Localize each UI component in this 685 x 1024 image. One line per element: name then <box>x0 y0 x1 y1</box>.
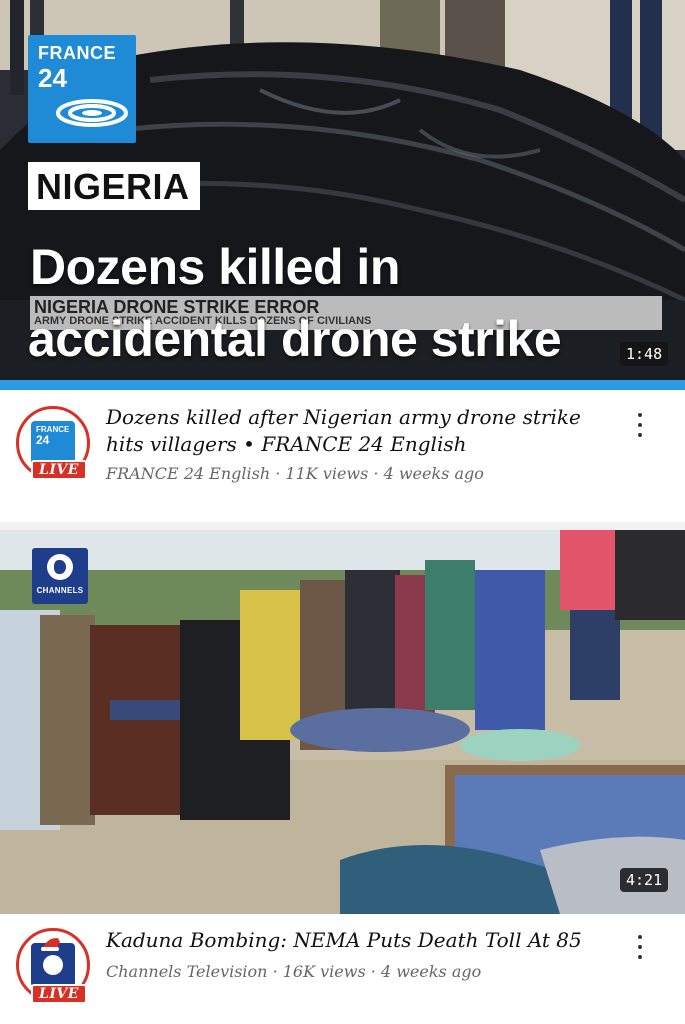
thumbnail-scene <box>0 530 685 914</box>
video-meta: Channels Television · 16K views · 4 week… <box>106 962 482 981</box>
video-thumbnail-1[interactable]: FRANCE 24 NIGERIA Dozens killed in NIGER… <box>0 0 685 380</box>
avatar-text-24: 24 <box>36 433 50 447</box>
video-duration: 1:48 <box>620 342 669 366</box>
video-title[interactable]: Dozens killed after Nigerian army drone … <box>106 404 606 458</box>
channels-logo-label: CHANNELS <box>36 586 84 595</box>
video-thumbnail-2[interactable]: CHANNELS 4:21 <box>0 530 685 914</box>
france24-waves-icon <box>56 99 128 127</box>
thumbnail-headline-line2: accidental drone strike <box>28 311 562 367</box>
video-meta: FRANCE 24 English · 11K views · 4 weeks … <box>106 464 484 483</box>
globe-icon <box>47 554 73 580</box>
video-title[interactable]: Kaduna Bombing: NEMA Puts Death Toll At … <box>106 927 606 954</box>
globe-icon <box>43 955 63 975</box>
more-vert-icon[interactable] <box>628 410 652 440</box>
more-vert-icon[interactable] <box>628 932 652 962</box>
video-duration: 4:21 <box>620 868 669 892</box>
santa-hat-icon <box>41 936 63 951</box>
country-tag: NIGERIA <box>28 162 200 210</box>
feed-divider <box>0 522 685 530</box>
live-badge: LIVE <box>31 984 87 1004</box>
france24-avatar-icon: FRANCE 24 <box>31 421 75 465</box>
channels-logo: CHANNELS <box>32 548 88 604</box>
watch-progress-bar <box>0 380 685 390</box>
logo-text-france: FRANCE <box>38 43 116 63</box>
thumbnail-headline-line1: Dozens killed in <box>30 239 400 295</box>
france24-logo: FRANCE 24 <box>28 35 136 143</box>
live-badge: LIVE <box>31 460 87 480</box>
